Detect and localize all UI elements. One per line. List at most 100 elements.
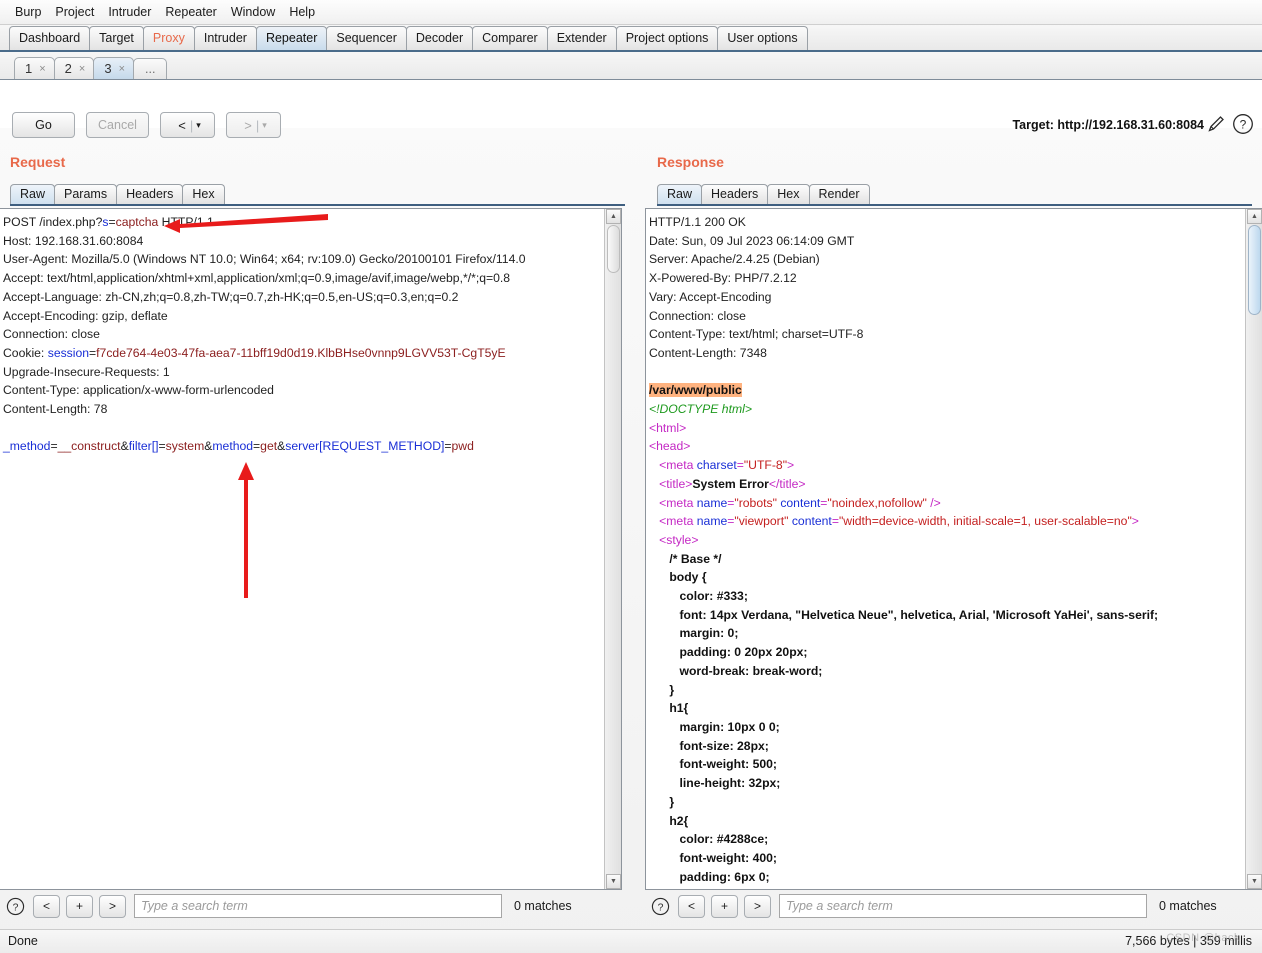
repeater-tab-1[interactable]: 1 ×: [14, 57, 55, 79]
tab-decoder[interactable]: Decoder: [405, 26, 474, 50]
code-line: Accept: text/html,application/xhtml+xml,…: [3, 269, 603, 288]
close-icon[interactable]: ×: [119, 63, 125, 75]
code-line: POST /index.php?s=captcha HTTP/1.1: [3, 213, 603, 232]
code-line: Cookie: session=f7cde764-4e03-47fa-aea7-…: [3, 344, 603, 363]
code-token: margin: 10px 0 0;: [649, 719, 780, 734]
request-raw-text[interactable]: POST /index.php?s=captcha HTTP/1.1 Host: …: [3, 213, 603, 456]
code-token: Content-Length: 78: [3, 402, 108, 417]
burp-suite-window: Burp Project Intruder Repeater Window He…: [0, 0, 1262, 953]
scroll-down-icon[interactable]: ▼: [606, 874, 621, 889]
svg-text:?: ?: [13, 902, 19, 913]
menu-item-window[interactable]: Window: [224, 3, 282, 21]
code-token: Vary: Accept-Encoding: [649, 289, 772, 304]
code-token: <html>: [649, 420, 687, 435]
help-icon[interactable]: ?: [6, 897, 25, 916]
menu-item-intruder[interactable]: Intruder: [101, 3, 158, 21]
code-line: <!DOCTYPE html>: [649, 400, 1244, 419]
code-token: System Error: [692, 476, 769, 491]
search-next-button[interactable]: >: [744, 894, 771, 918]
code-line: Connection: close: [649, 307, 1244, 326]
request-tab-headers[interactable]: Headers: [116, 184, 184, 204]
tab-intruder[interactable]: Intruder: [193, 26, 257, 50]
code-token: content: [791, 514, 832, 529]
repeater-tab-more[interactable]: ...: [133, 58, 168, 79]
scroll-thumb[interactable]: [607, 225, 620, 273]
menu-item-project[interactable]: Project: [48, 3, 101, 21]
request-search-input[interactable]: Type a search term: [134, 894, 502, 918]
code-token: =: [736, 458, 744, 473]
cancel-button[interactable]: Cancel: [86, 112, 149, 138]
scroll-down-icon[interactable]: ▼: [1247, 874, 1262, 889]
code-line: h2{: [649, 812, 1244, 831]
request-tab-params[interactable]: Params: [54, 184, 118, 204]
back-button[interactable]: < | ▾: [160, 112, 215, 138]
tab-comparer[interactable]: Comparer: [472, 26, 548, 50]
code-token: Content-Type: text/html; charset=UTF-8: [649, 327, 864, 342]
response-tab-hex[interactable]: Hex: [767, 184, 810, 204]
response-search-input[interactable]: Type a search term: [779, 894, 1147, 918]
tab-user-options[interactable]: User options: [717, 26, 808, 50]
tab-project-options[interactable]: Project options: [615, 26, 719, 50]
menu-bar: Burp Project Intruder Repeater Window He…: [0, 0, 1262, 25]
chevron-down-icon[interactable]: ▾: [259, 120, 267, 131]
code-token: Accept-Language: zh-CN,zh;q=0.8,zh-TW;q=…: [3, 289, 459, 304]
tab-extender[interactable]: Extender: [546, 26, 617, 50]
code-token: method: [212, 439, 254, 454]
code-token: Server: Apache/2.4.25 (Debian): [649, 252, 820, 267]
go-button[interactable]: Go: [12, 112, 75, 138]
close-icon[interactable]: ×: [39, 63, 45, 75]
help-icon[interactable]: ?: [651, 897, 670, 916]
code-token: <meta: [649, 495, 697, 510]
target-label: Target: http://192.168.31.60:8084: [1012, 118, 1204, 132]
menu-item-burp[interactable]: Burp: [8, 3, 48, 21]
code-token: padding: 6px 0;: [649, 869, 770, 884]
code-token: =: [444, 439, 452, 454]
response-tab-headers[interactable]: Headers: [701, 184, 769, 204]
response-viewer[interactable]: HTTP/1.1 200 OK Date: Sun, 09 Jul 2023 06…: [645, 208, 1262, 890]
response-raw-text[interactable]: HTTP/1.1 200 OK Date: Sun, 09 Jul 2023 06…: [649, 213, 1244, 886]
code-token: "noindex,nofollow": [827, 495, 927, 510]
search-next-button[interactable]: >: [99, 894, 126, 918]
tab-sequencer[interactable]: Sequencer: [326, 26, 407, 50]
search-add-button[interactable]: +: [66, 894, 93, 918]
help-icon[interactable]: ?: [1232, 113, 1254, 135]
request-tab-raw[interactable]: Raw: [10, 184, 56, 204]
code-token: Connection: close: [649, 308, 746, 323]
pencil-icon[interactable]: [1206, 114, 1226, 134]
tab-repeater[interactable]: Repeater: [255, 26, 328, 50]
menu-item-help[interactable]: Help: [282, 3, 322, 21]
scroll-up-icon[interactable]: ▲: [606, 209, 621, 224]
tab-dashboard[interactable]: Dashboard: [9, 26, 91, 50]
repeater-tab-2[interactable]: 2 ×: [53, 57, 95, 79]
code-token: >: [787, 458, 795, 473]
menu-item-repeater[interactable]: Repeater: [158, 3, 223, 21]
forward-button[interactable]: > | ▾: [226, 112, 281, 138]
chevron-left-icon: <: [178, 117, 186, 133]
search-prev-button[interactable]: <: [33, 894, 60, 918]
response-scrollbar[interactable]: ▲ ▼: [1245, 209, 1262, 889]
repeater-tab-3[interactable]: 3 ×: [93, 57, 135, 79]
svg-text:?: ?: [1240, 118, 1247, 132]
scroll-up-icon[interactable]: ▲: [1247, 209, 1262, 224]
chevron-down-icon[interactable]: ▾: [193, 120, 201, 131]
search-prev-button[interactable]: <: [678, 894, 705, 918]
request-panel-title: Request: [10, 154, 66, 170]
code-token: Host: 192.168.31.60:8084: [3, 233, 144, 248]
tab-target[interactable]: Target: [89, 26, 144, 50]
code-token: system: [165, 439, 205, 454]
tab-proxy[interactable]: Proxy: [142, 26, 195, 50]
response-tab-render[interactable]: Render: [808, 184, 870, 204]
scroll-thumb[interactable]: [1248, 225, 1261, 315]
code-token: <meta: [649, 458, 697, 473]
response-tab-raw[interactable]: Raw: [657, 184, 703, 204]
code-token: __construct: [57, 439, 121, 454]
search-add-button[interactable]: +: [711, 894, 738, 918]
request-tab-hex[interactable]: Hex: [182, 184, 225, 204]
close-icon[interactable]: ×: [79, 63, 85, 75]
request-scrollbar[interactable]: ▲ ▼: [604, 209, 621, 889]
request-editor[interactable]: POST /index.php?s=captcha HTTP/1.1 Host: …: [0, 208, 622, 890]
code-line: }: [649, 681, 1244, 700]
code-token: </title>: [768, 476, 806, 491]
code-token: />: [926, 495, 941, 510]
code-token: "width=device-width, initial-scale=1, us…: [838, 514, 1132, 529]
